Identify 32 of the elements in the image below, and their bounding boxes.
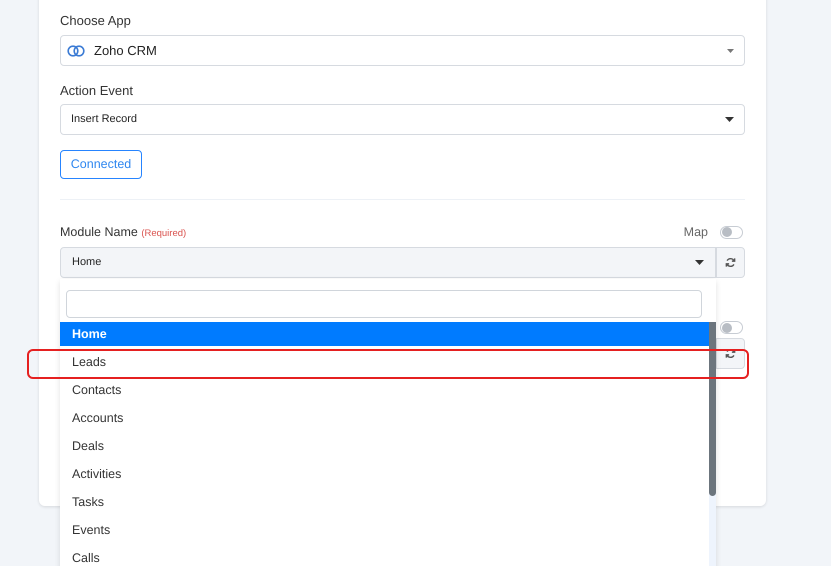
dropdown-option[interactable]: Tasks	[60, 490, 709, 514]
dropdown-option[interactable]: Activities	[60, 462, 709, 486]
refresh-button[interactable]	[716, 338, 745, 369]
field-label: Module Name (Required)	[60, 224, 186, 241]
event-value: Insert Record	[71, 112, 138, 128]
map-toggle[interactable]	[720, 321, 743, 334]
caret-icon	[695, 260, 704, 265]
caret-icon	[727, 48, 734, 52]
dropdown-option[interactable]: Deals	[60, 434, 709, 458]
refresh-button[interactable]	[716, 247, 745, 278]
refresh-icon	[725, 348, 736, 359]
dropdown-option[interactable]: Leads	[60, 350, 709, 374]
connected-button[interactable]: Connected	[60, 150, 142, 179]
scrollbar-thumb[interactable]	[709, 322, 716, 496]
module-value: Home	[72, 255, 102, 270]
dropdown-option[interactable]: Accounts	[60, 406, 709, 430]
app-select[interactable]: Zoho CRM	[60, 35, 745, 66]
dropdown-option[interactable]: Contacts	[60, 378, 709, 402]
refresh-icon	[725, 257, 736, 268]
event-select[interactable]: Insert Record	[60, 104, 745, 135]
linked-rings-icon	[66, 44, 86, 56]
field-label: Action Event	[60, 82, 134, 99]
search-field[interactable]	[66, 290, 702, 318]
field-label: Choose App	[60, 12, 132, 29]
caret-icon	[725, 117, 734, 122]
app-value: Zoho CRM	[94, 42, 158, 60]
map-toggle[interactable]	[720, 226, 743, 238]
dropdown-option[interactable]: Events	[60, 518, 709, 542]
module-select[interactable]: Home	[60, 247, 716, 278]
map-label: Map	[684, 224, 708, 241]
dropdown-option[interactable]: Calls	[60, 546, 709, 566]
dropdown-option[interactable]: Home	[60, 322, 709, 346]
